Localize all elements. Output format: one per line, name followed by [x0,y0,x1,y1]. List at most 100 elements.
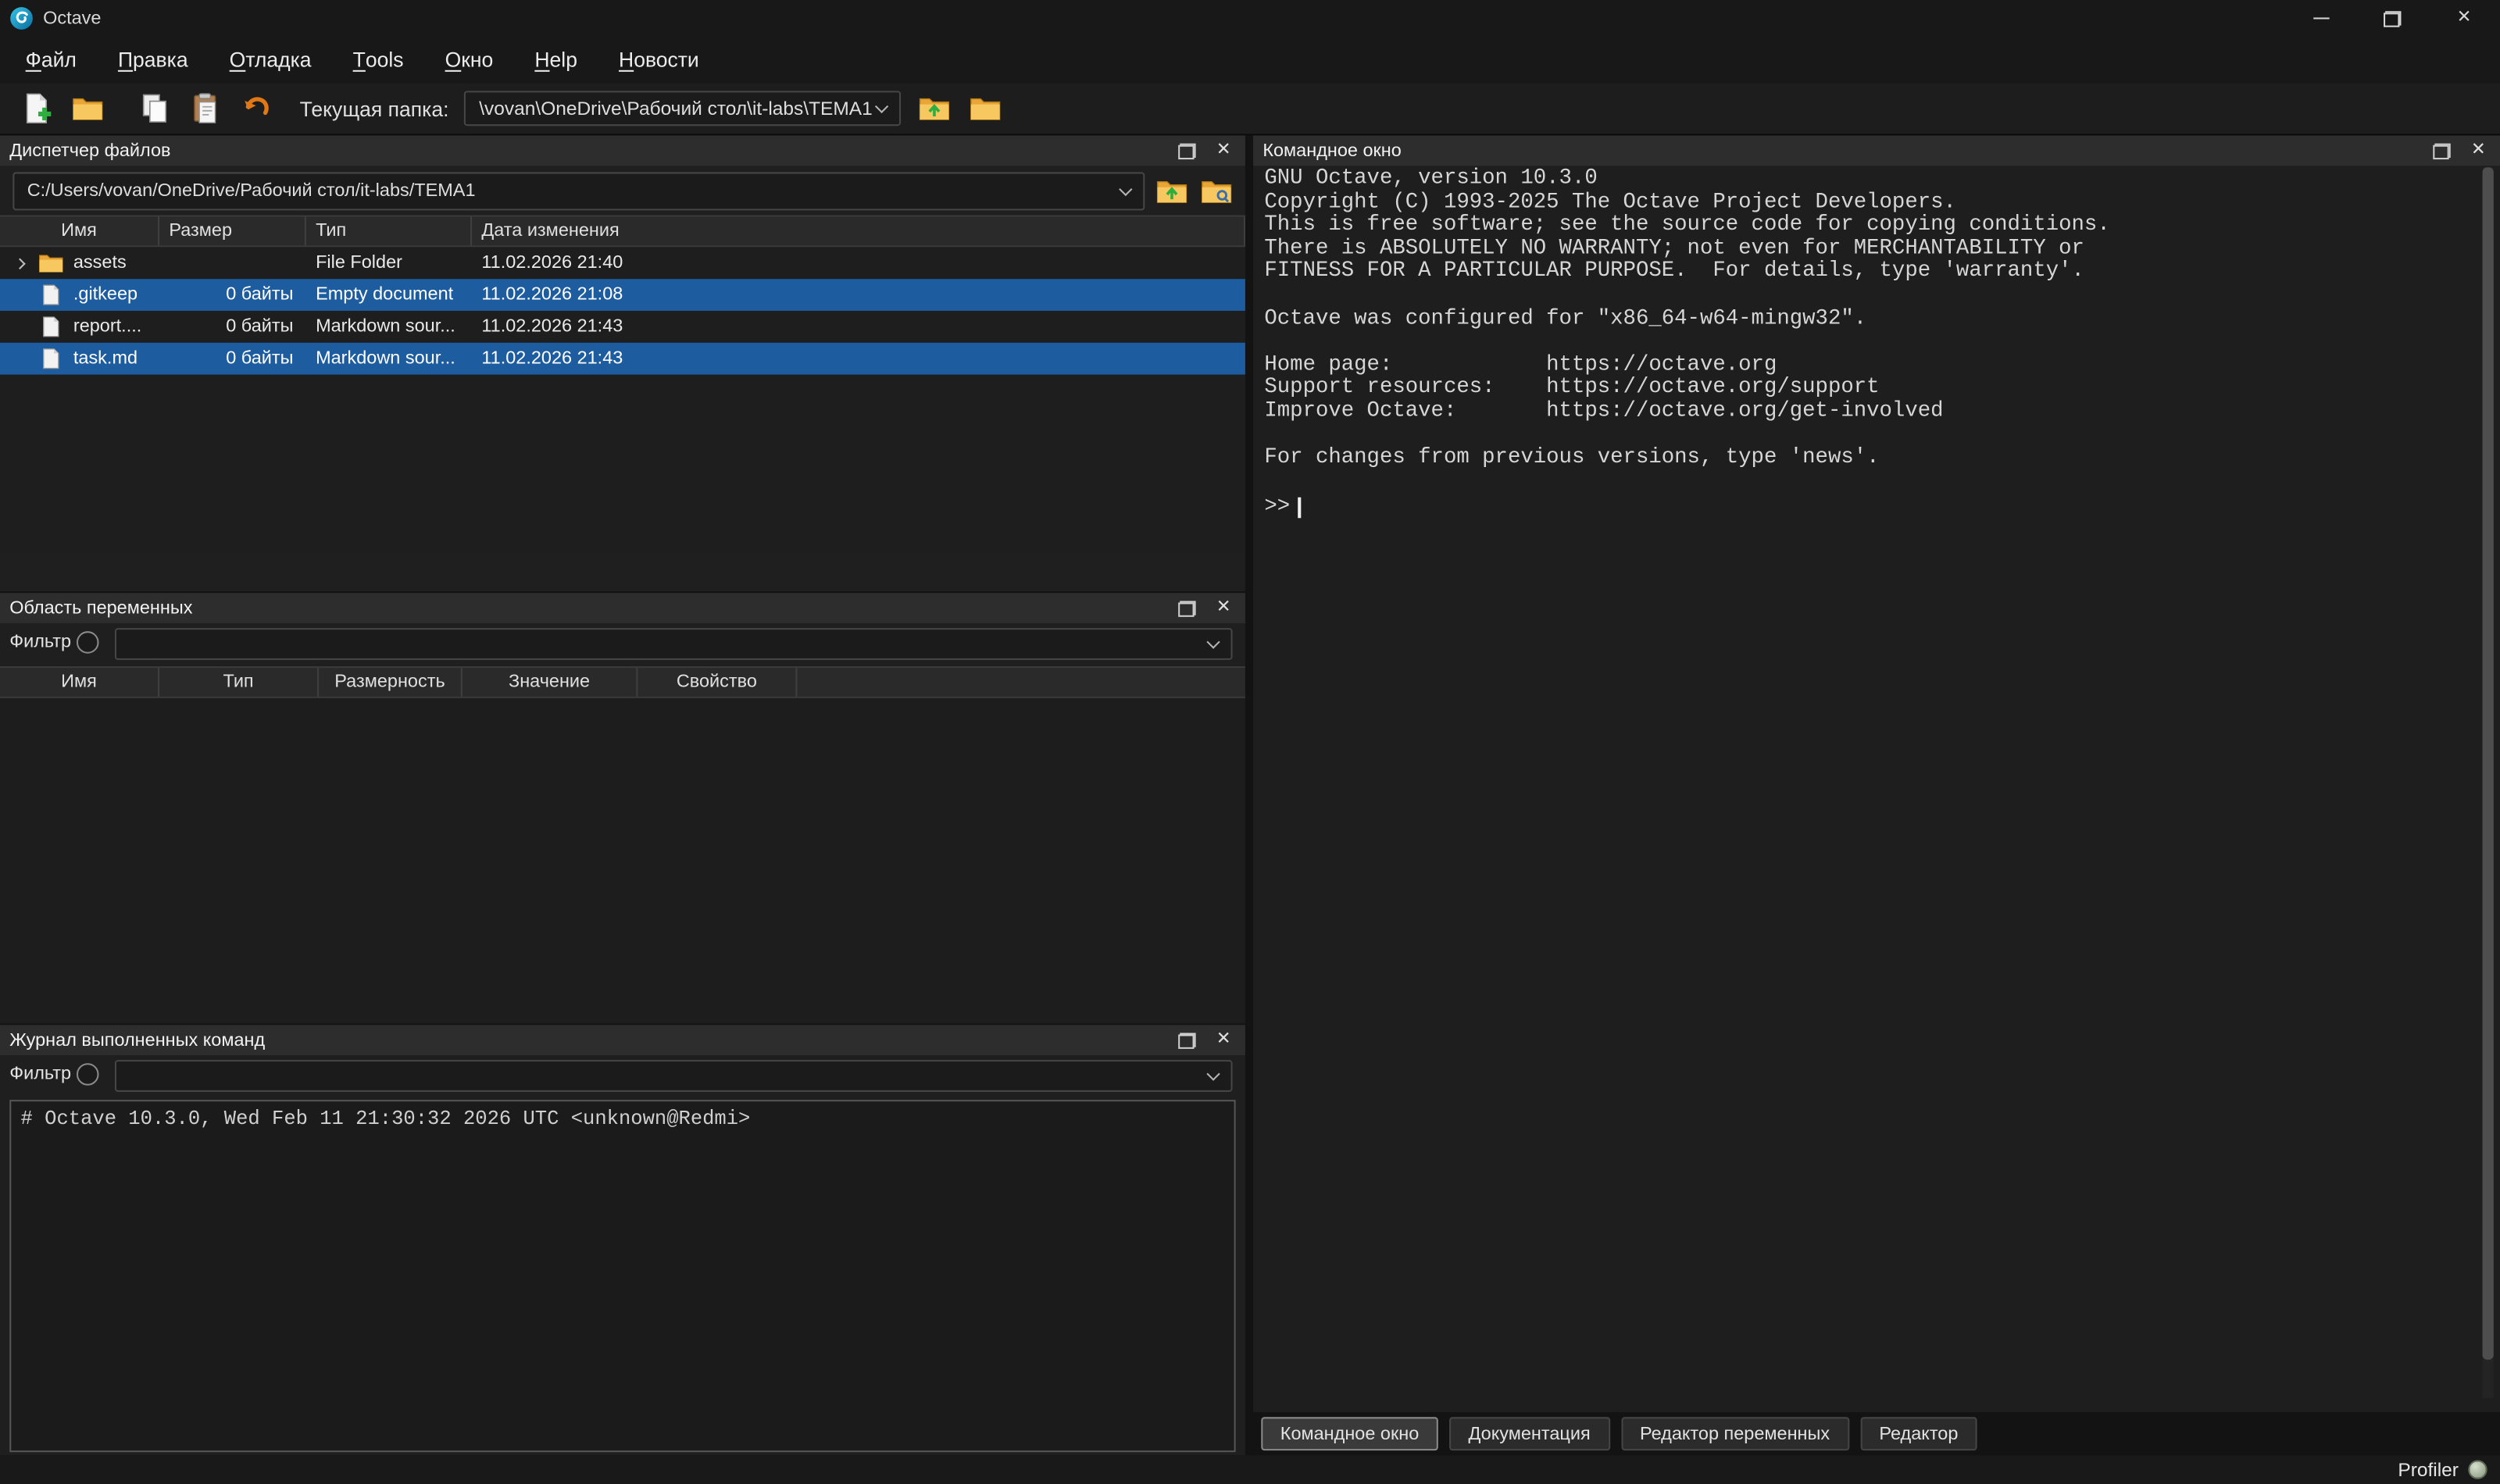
history-undock-button[interactable] [1178,1032,1195,1047]
paste-button[interactable] [188,91,223,126]
menu-edit[interactable]: Правка [97,37,209,83]
menu-tools-mnemonic: T [353,48,366,72]
menu-edit-mnemonic: П [118,48,133,72]
history-close-button[interactable]: ✕ [1216,1031,1231,1048]
undo-icon [241,92,273,124]
tab-editor[interactable]: Редактор [1860,1417,1977,1450]
open-file-button[interactable] [70,91,105,126]
command-window-output: GNU Octave, version 10.3.0 Copyright (C)… [1264,169,2109,471]
file-browser-panel: Диспетчер файлов ✕ C:/Users/vovan/OneDri… [0,135,1245,591]
menu-help[interactable]: Help [514,37,598,83]
file-row-gitkeep[interactable]: .gitkeep 0 байты Empty document 11.02.20… [0,279,1245,311]
minimize-button[interactable] [2284,0,2356,37]
current-directory-combobox[interactable]: \vovan\OneDrive\Рабочий стол\it-labs\TEM… [465,91,902,126]
browse-directory-button[interactable] [969,91,1004,126]
expand-arrow-icon[interactable] [9,259,28,267]
tab-documentation[interactable]: Документация [1449,1417,1609,1450]
file-browser-path-row: C:/Users/vovan/OneDrive/Рабочий стол/it-… [0,166,1245,215]
history-titlebar: Журнал выполненных команд ✕ [0,1025,1245,1055]
file-browser-actions-button[interactable] [1199,173,1234,209]
file-name-cell: report.... [0,311,159,343]
restore-button[interactable] [2356,0,2428,37]
column-header-size[interactable]: Размер [159,217,306,246]
file-icon [38,284,64,306]
menu-news[interactable]: Новости [598,37,720,83]
workspace-filter-checkbox[interactable] [77,631,99,654]
command-window-title: Командное окно [1262,141,1401,160]
history-filter-label: Фильтр [9,1065,71,1083]
window-titlebar: Octave ✕ [0,0,2500,37]
profiler-led-icon[interactable] [2468,1460,2487,1479]
column-header-type[interactable]: Тип [159,668,319,697]
octave-window: Octave ✕ Файл Правка Отладка Tools Окно … [0,0,2500,1484]
command-window-panel: Командное окно ✕ GNU Octave, version 10.… [1253,135,2500,1412]
close-button[interactable]: ✕ [2428,0,2500,37]
history-filter-combobox[interactable] [115,1060,1233,1092]
file-size: 0 байты [159,311,306,343]
column-header-filler [797,668,1245,697]
column-header-dimension[interactable]: Размерность [319,668,462,697]
file-date: 11.02.2026 21:08 [472,279,1245,311]
workspace-filter-row: Фильтр [0,623,1245,666]
column-header-attribute[interactable]: Свойство [638,668,797,697]
menu-window[interactable]: Окно [424,37,514,83]
directory-up-button[interactable] [917,91,952,126]
file-icon [38,316,64,338]
folder-icon [38,251,64,274]
column-header-date[interactable]: Дата изменения [472,217,1245,246]
menu-debug[interactable]: Отладка [209,37,332,83]
workspace-filter-label: Фильтр [9,633,71,651]
menu-file-mnemonic: Ф [26,48,41,72]
column-header-value[interactable]: Значение [462,668,638,697]
column-header-name[interactable]: Имя [0,668,159,697]
menu-edit-label: равка [133,48,188,72]
menu-tools[interactable]: Tools [332,37,424,83]
tab-command-window[interactable]: Командное окно [1261,1417,1438,1450]
filebrowser-close-button[interactable]: ✕ [1216,142,1231,159]
column-header-type[interactable]: Тип [306,217,472,246]
workspace-header: Имя Тип Размерность Значение Свойство [0,666,1245,698]
workspace-close-button[interactable]: ✕ [1216,599,1231,616]
chevron-down-icon [1206,635,1220,648]
copy-button[interactable] [138,91,173,126]
file-row-taskmd[interactable]: task.md 0 байты Markdown sour... 11.02.2… [0,343,1245,375]
file-browser-path-combobox[interactable]: C:/Users/vovan/OneDrive/Рабочий стол/it-… [12,172,1145,210]
column-header-name[interactable]: Имя [0,217,159,246]
file-row-assets[interactable]: assets File Folder 11.02.2026 21:40 [0,247,1245,279]
menu-tools-label: ools [366,48,404,72]
command-window-undock-button[interactable] [2433,143,2450,159]
new-script-button[interactable] [19,91,54,126]
file-name-cell: task.md [0,343,159,375]
file-browser-path-value: C:/Users/vovan/OneDrive/Рабочий стол/it-… [27,182,476,201]
file-name: report.... [73,317,141,336]
file-size [159,247,306,279]
profiler-label: Profiler [2398,1458,2459,1481]
history-entry[interactable]: # Octave 10.3.0, Wed Feb 11 21:30:32 202… [21,1108,1225,1130]
menu-file[interactable]: Файл [5,37,97,83]
tab-variable-editor[interactable]: Редактор переменных [1620,1417,1848,1450]
workspace-undock-button[interactable] [1178,600,1195,615]
command-window-scrollbar[interactable] [2483,167,2494,1398]
workspace-filter-combobox[interactable] [115,628,1233,660]
command-window-close-button[interactable]: ✕ [2471,142,2486,159]
folder-actions-icon [1201,175,1233,207]
file-browser-up-button[interactable] [1155,173,1190,209]
history-filter-checkbox[interactable] [77,1063,99,1086]
command-prompt: >> [1264,496,1290,520]
undo-button[interactable] [239,91,274,126]
file-name-cell: .gitkeep [0,279,159,311]
menu-bar: Файл Правка Отладка Tools Окно Help Ново… [0,37,2500,83]
file-name: .gitkeep [73,285,138,304]
current-directory-value: \vovan\OneDrive\Рабочий стол\it-labs\TEM… [479,97,873,120]
file-icon [38,348,64,370]
file-name-cell: assets [0,247,159,279]
filebrowser-undock-button[interactable] [1178,143,1195,159]
text-cursor [1298,498,1300,519]
file-row-report[interactable]: report.... 0 байты Markdown sour... 11.0… [0,311,1245,343]
scrollbar-thumb[interactable] [2483,167,2494,1360]
history-list[interactable]: # Octave 10.3.0, Wed Feb 11 21:30:32 202… [9,1100,1235,1452]
status-bar: Profiler [0,1455,2500,1484]
menu-news-mnemonic: Н [619,48,634,72]
command-window-titlebar: Командное окно ✕ [1253,135,2500,166]
command-prompt-line[interactable]: >> [1264,496,1300,520]
